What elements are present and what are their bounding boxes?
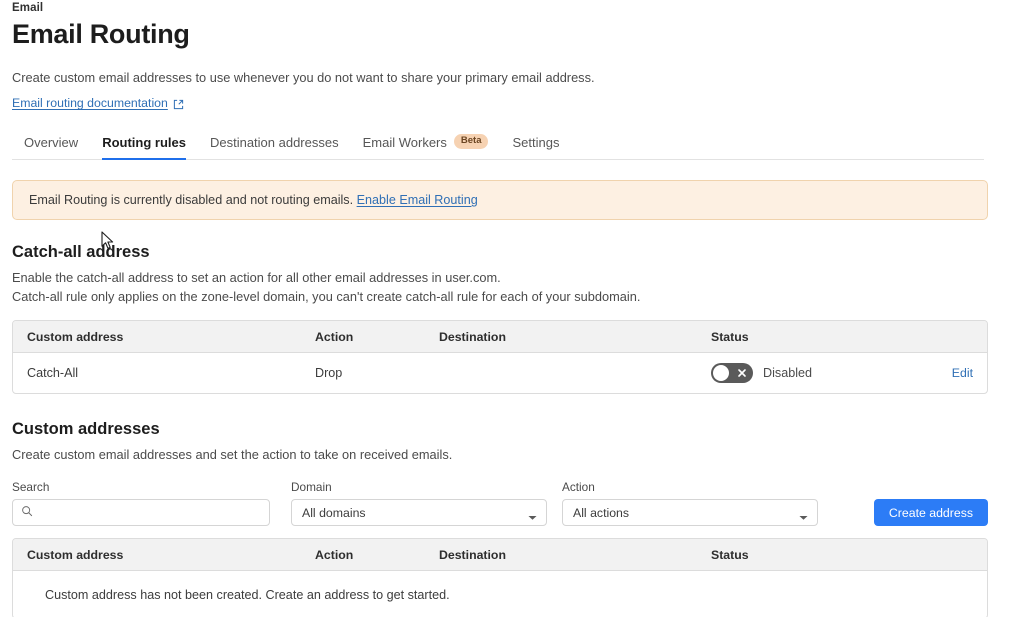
domain-filter-field: Domain All domains (291, 480, 547, 527)
domain-select-value: All domains (302, 505, 366, 520)
banner-text: Email Routing is currently disabled and … (29, 193, 354, 208)
column-header-status: Status (711, 547, 749, 562)
catch-all-description-line1: Enable the catch-all address to set an a… (12, 270, 501, 286)
filters-row: Search Domain All domains Action All act… (12, 480, 988, 527)
domain-select[interactable]: All domains (291, 499, 547, 527)
custom-addresses-section-title: Custom addresses (12, 420, 160, 439)
custom-addresses-table-header: Custom address Action Destination Status (13, 539, 987, 572)
action-filter-field: Action All actions (562, 480, 818, 527)
domain-label: Domain (291, 480, 332, 495)
column-header-destination: Destination (439, 547, 506, 562)
tab-overview[interactable]: Overview (12, 135, 90, 159)
catch-all-table: Custom address Action Destination Status… (12, 320, 988, 395)
table-row: Catch-All Drop Disabled Edit (13, 353, 987, 393)
tab-destination-addresses[interactable]: Destination addresses (198, 135, 351, 159)
tab-email-workers[interactable]: Email Workers Beta (351, 134, 501, 159)
action-label: Action (562, 480, 595, 495)
catch-all-description-line2: Catch-all rule only applies on the zone-… (12, 289, 641, 305)
page-title: Email Routing (12, 19, 190, 49)
tab-label: Email Workers (362, 135, 447, 151)
cell-status: Disabled (711, 363, 927, 384)
email-routing-disabled-banner: Email Routing is currently disabled and … (12, 180, 988, 221)
close-icon (734, 365, 750, 381)
column-header-action: Action (315, 547, 354, 562)
tab-label: Overview (24, 135, 79, 151)
breadcrumb: Email (12, 2, 44, 14)
catch-all-status-toggle[interactable] (711, 363, 753, 384)
beta-badge: Beta (453, 134, 489, 150)
column-header-status: Status (711, 329, 749, 344)
toggle-knob (713, 365, 729, 382)
custom-addresses-description: Create custom email addresses and set th… (12, 447, 453, 463)
custom-addresses-table: Custom address Action Destination Status… (12, 538, 988, 617)
column-header-custom-address: Custom address (27, 329, 124, 344)
search-input-box[interactable] (12, 499, 270, 527)
catch-all-section-title: Catch-all address (12, 243, 150, 262)
search-input[interactable] (39, 504, 261, 521)
cell-custom-address: Catch-All (27, 366, 79, 381)
search-label: Search (12, 480, 50, 495)
action-select[interactable]: All actions (562, 499, 818, 527)
search-field: Search (12, 480, 270, 527)
edit-link[interactable]: Edit (952, 366, 973, 380)
empty-state-message: Custom address has not been created. Cre… (45, 587, 450, 602)
email-routing-documentation-link[interactable]: Email routing documentation (12, 96, 184, 110)
catch-all-table-header: Custom address Action Destination Status (13, 321, 987, 354)
search-icon (21, 504, 33, 522)
column-header-destination: Destination (439, 329, 506, 344)
doc-link-label: Email routing documentation (12, 96, 168, 111)
column-header-action: Action (315, 329, 354, 344)
page-description: Create custom email addresses to use whe… (12, 70, 595, 86)
tab-routing-rules[interactable]: Routing rules (90, 135, 198, 161)
chevron-down-icon (528, 510, 537, 520)
tab-label: Settings (512, 135, 560, 151)
cell-action: Drop (315, 366, 343, 381)
enable-email-routing-link[interactable]: Enable Email Routing (357, 193, 478, 207)
action-select-value: All actions (573, 505, 630, 520)
external-link-icon (173, 99, 184, 110)
create-address-button[interactable]: Create address (873, 499, 988, 527)
email-routing-page: Email Email Routing Create custom email … (0, 0, 1024, 617)
status-badge: Disabled (763, 366, 813, 381)
chevron-down-icon (799, 510, 808, 520)
column-header-custom-address: Custom address (27, 547, 124, 562)
tab-bar: Overview Routing rules Destination addre… (12, 128, 984, 161)
tab-label: Destination addresses (209, 135, 339, 151)
tab-label: Routing rules (102, 135, 186, 151)
tab-settings[interactable]: Settings (500, 135, 571, 159)
cell-edit: Edit (927, 366, 987, 380)
